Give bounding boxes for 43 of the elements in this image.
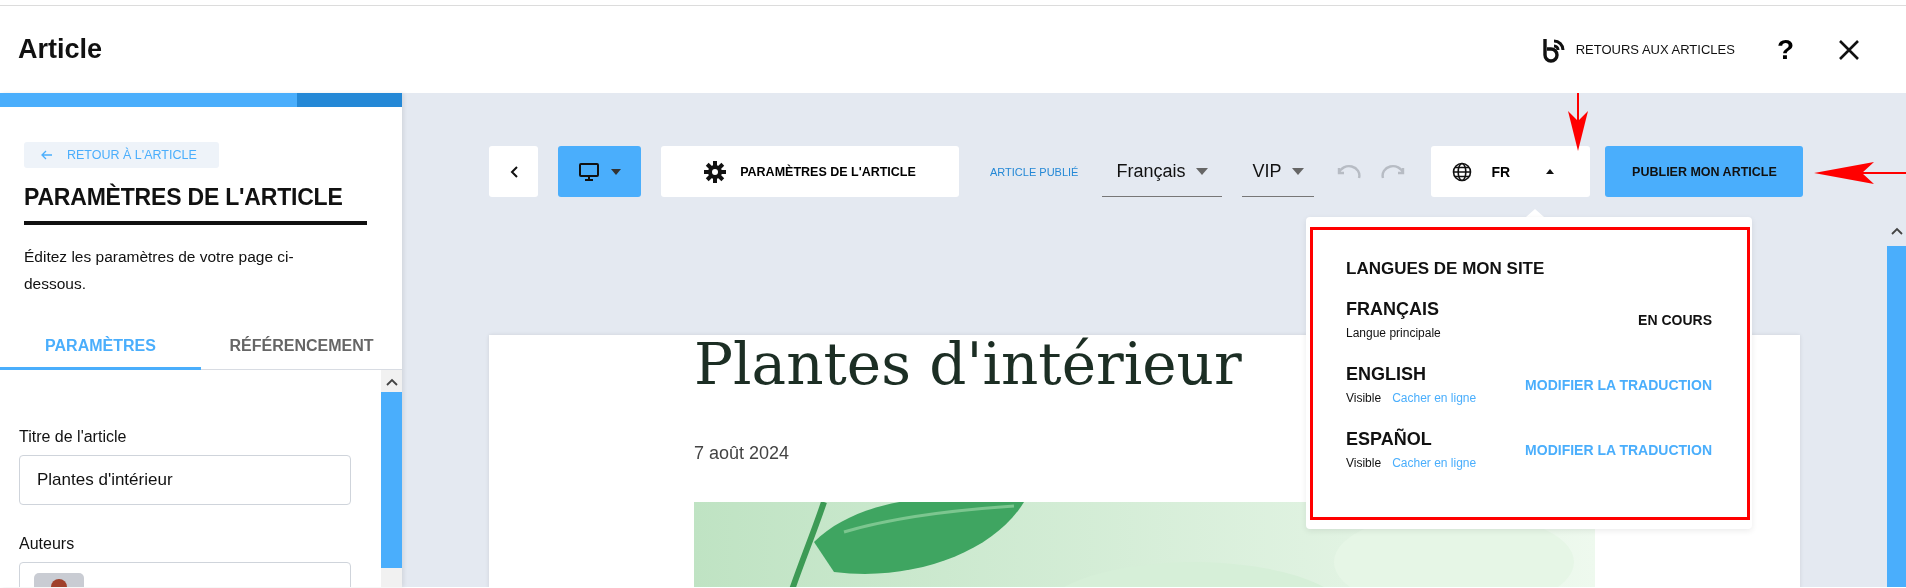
- language-switcher[interactable]: FR: [1431, 146, 1591, 197]
- device-button[interactable]: [558, 146, 641, 197]
- publish-status: ARTICLE PUBLIÉ: [990, 165, 1079, 178]
- monitor-icon: [578, 162, 599, 181]
- scroll-up-icon: [385, 378, 398, 386]
- avatar-icon: [34, 573, 84, 587]
- language-name: ESPAÑOL: [1346, 429, 1433, 450]
- help-button[interactable]: ?: [1772, 33, 1798, 66]
- chevron-left-icon: [509, 165, 518, 178]
- previous-button[interactable]: [489, 146, 538, 197]
- back-to-articles-link[interactable]: RETOURS AUX ARTICLES: [1540, 36, 1735, 63]
- field-label: Titre de l'article: [19, 428, 128, 446]
- feed-icon: [1540, 36, 1567, 63]
- title-input[interactable]: Plantes d'intérieur: [19, 455, 351, 505]
- publish-button[interactable]: PUBLIER MON ARTICLE: [1605, 146, 1804, 197]
- visibility-status: Visible: [1346, 456, 1382, 470]
- caret-down-icon: [1196, 167, 1209, 175]
- select-field[interactable]: VIP: [1242, 146, 1315, 197]
- annotation-arrow: [1566, 93, 1590, 151]
- menu-heading: LANGUES DE MON SITE: [1346, 259, 1546, 279]
- caret-down-icon: [1292, 167, 1305, 175]
- article-settings-button[interactable]: PARAMÈTRES DE L'ARTICLE: [661, 146, 959, 197]
- close-icon[interactable]: [1838, 38, 1860, 61]
- globe-icon: [1452, 161, 1473, 182]
- visibility-status: Visible: [1346, 391, 1382, 405]
- page-title: Article: [18, 34, 103, 65]
- scroll-up-icon: [1890, 227, 1903, 235]
- tab[interactable]: RÉFÉRENCEMENT: [201, 327, 402, 370]
- panel-heading: PARAMÈTRES DE L'ARTICLE: [24, 184, 367, 225]
- article-title: Plantes d'intérieur: [694, 335, 1242, 393]
- language-name: FRANÇAIS: [1346, 299, 1440, 320]
- scrollbar[interactable]: [381, 370, 402, 587]
- caret-up-icon: [1546, 169, 1555, 174]
- language-note: Langue principale: [1346, 326, 1441, 340]
- scroll-thumb[interactable]: [381, 392, 402, 568]
- panel-description: Éditez les paramètres de votre page ci-dessous.: [24, 247, 295, 294]
- field-label: Auteurs: [19, 535, 76, 553]
- arrow-left-icon: [41, 150, 53, 160]
- language-name: ENGLISH: [1346, 364, 1427, 385]
- select-field[interactable]: Français: [1102, 146, 1223, 197]
- article-date: 7 août 2024: [694, 443, 790, 464]
- language-status: EN COURS: [1638, 311, 1712, 328]
- caret-down-icon: [610, 168, 621, 175]
